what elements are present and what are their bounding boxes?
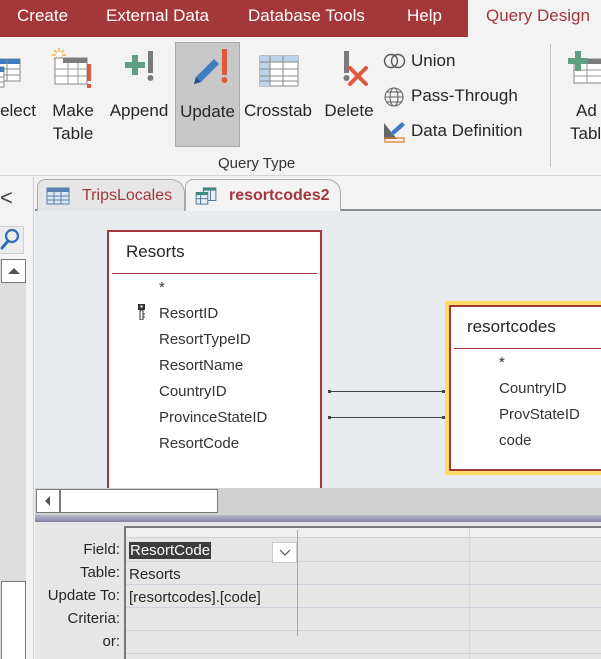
ribbon: elect Make Table Append Update Crosstab … bbox=[0, 37, 601, 176]
make-table-button[interactable]: Make Table bbox=[48, 42, 98, 147]
canvas-horizontal-scrollbar[interactable] bbox=[35, 488, 601, 515]
tab-create[interactable]: Create bbox=[17, 0, 68, 37]
field-item[interactable]: ProvinceStateID bbox=[159, 409, 267, 426]
field-item[interactable]: ResortCode bbox=[159, 435, 239, 452]
update-icon bbox=[189, 49, 227, 85]
query-design-canvas[interactable]: Resorts * ResortID ResortTypeID ResortNa… bbox=[35, 211, 601, 488]
update-to-cell[interactable] bbox=[301, 589, 466, 609]
ribbon-group-separator bbox=[550, 44, 551, 167]
column-divider bbox=[297, 530, 298, 636]
field-item[interactable]: CountryID bbox=[159, 383, 227, 400]
doc-tab-resortcodes2[interactable]: resortcodes2 bbox=[185, 179, 341, 213]
collapse-nav-pane-button[interactable]: < bbox=[0, 185, 20, 211]
field-cell[interactable] bbox=[301, 542, 466, 562]
add-tables-button[interactable]: Ad Tabl bbox=[566, 42, 601, 147]
field-item[interactable]: CountryID bbox=[499, 380, 567, 397]
tab-database-tools[interactable]: Database Tools bbox=[248, 0, 365, 37]
query-design-grid: Field: Table: Update To: Criteria: or: R… bbox=[35, 522, 601, 659]
tab-query-design[interactable]: Query Design bbox=[468, 0, 601, 37]
doc-tab-tripslocales[interactable]: TripsLocales bbox=[37, 179, 185, 211]
globe-icon bbox=[384, 87, 404, 107]
tab-external-data[interactable]: External Data bbox=[106, 0, 209, 37]
data-definition-icon bbox=[384, 122, 405, 143]
table-title: resortcodes bbox=[467, 317, 556, 336]
delete-label: Delete bbox=[324, 101, 374, 120]
title-divider bbox=[112, 273, 317, 274]
delete-button[interactable]: Delete bbox=[321, 42, 377, 147]
ribbon-tab-bar: Create External Data Database Tools Help… bbox=[0, 0, 601, 37]
data-definition-label: Data Definition bbox=[411, 121, 523, 140]
column-divider bbox=[469, 528, 470, 659]
nav-search-button[interactable] bbox=[0, 226, 24, 254]
table-icon bbox=[46, 187, 70, 205]
document-tabs: TripsLocales resortcodes2 bbox=[35, 177, 601, 213]
or-cell[interactable] bbox=[301, 635, 466, 655]
field-list-resorts[interactable]: Resorts * ResortID ResortTypeID ResortNa… bbox=[107, 230, 322, 488]
scroll-left-button[interactable] bbox=[36, 489, 60, 513]
add-tables-icon bbox=[568, 51, 601, 84]
delete-icon bbox=[343, 51, 368, 86]
title-divider bbox=[454, 348, 601, 349]
doc-tab-label: resortcodes2 bbox=[229, 187, 330, 204]
join-line-provstateid[interactable] bbox=[328, 416, 445, 419]
append-label: Append bbox=[109, 101, 169, 120]
field-item[interactable]: ResortTypeID bbox=[159, 331, 251, 348]
scroll-up-button[interactable] bbox=[1, 259, 26, 283]
append-button[interactable]: Append bbox=[107, 42, 171, 147]
chevron-down-icon bbox=[279, 549, 291, 556]
row-label-update-to: Update To: bbox=[47, 587, 120, 604]
select-label: elect bbox=[0, 101, 36, 120]
field-item[interactable]: ProvStateID bbox=[499, 406, 580, 423]
crosstab-label: Crosstab bbox=[243, 101, 313, 120]
criteria-cell[interactable] bbox=[129, 612, 297, 632]
nav-scrollbar[interactable] bbox=[0, 259, 26, 659]
select-query-icon bbox=[0, 58, 21, 88]
table-title: Resorts bbox=[126, 242, 185, 261]
search-icon bbox=[0, 228, 20, 250]
row-label-or: or: bbox=[102, 633, 120, 650]
crosstab-button[interactable]: Crosstab bbox=[242, 42, 314, 147]
table-cell[interactable] bbox=[301, 566, 466, 586]
row-label-field: Field: bbox=[83, 541, 120, 558]
make-table-icon bbox=[52, 48, 91, 88]
update-to-cell[interactable]: [resortcodes].[code] bbox=[129, 589, 261, 606]
make-table-label: Make Table bbox=[52, 101, 94, 143]
append-icon bbox=[125, 51, 154, 81]
navigation-pane: < bbox=[0, 177, 34, 659]
join-line-countryid[interactable] bbox=[328, 390, 445, 393]
union-icon bbox=[383, 53, 406, 69]
row-label-criteria: Criteria: bbox=[67, 610, 120, 627]
query-type-group-label: Query Type bbox=[218, 155, 296, 172]
table-cell[interactable]: Resorts bbox=[129, 566, 181, 583]
nav-scroll-thumb[interactable] bbox=[1, 581, 26, 659]
query-icon bbox=[195, 187, 217, 205]
primary-key-icon bbox=[138, 304, 145, 320]
update-label: Update bbox=[180, 102, 235, 121]
field-dropdown-button[interactable] bbox=[272, 542, 297, 563]
field-list-resortcodes[interactable]: resortcodes * CountryID ProvStateID code bbox=[449, 305, 601, 471]
or-cell[interactable] bbox=[129, 635, 297, 655]
selected-table-highlight: resortcodes * CountryID ProvStateID code bbox=[445, 301, 601, 475]
field-item[interactable]: * bbox=[499, 354, 505, 371]
row-label-table: Table: bbox=[79, 564, 120, 581]
field-item[interactable]: ResortID bbox=[159, 305, 218, 322]
criteria-cell[interactable] bbox=[301, 612, 466, 632]
doc-tab-label: TripsLocales bbox=[82, 187, 173, 204]
horizontal-scroll-thumb[interactable] bbox=[60, 489, 218, 513]
field-item[interactable]: * bbox=[159, 279, 165, 296]
union-label: Union bbox=[411, 51, 456, 70]
column-selector-bar[interactable] bbox=[126, 528, 601, 538]
field-cell[interactable]: ResortCode bbox=[129, 542, 212, 559]
pane-splitter[interactable] bbox=[35, 515, 601, 522]
update-button[interactable]: Update bbox=[175, 42, 240, 147]
add-tables-label: Ad Tabl bbox=[570, 101, 601, 143]
field-item[interactable]: code bbox=[499, 432, 532, 449]
grid-cells: ResortCode Resorts [resortcodes].[code] bbox=[124, 526, 601, 659]
pass-through-label: Pass-Through bbox=[411, 86, 518, 105]
select-query-button[interactable]: elect bbox=[0, 42, 36, 147]
field-item[interactable]: ResortName bbox=[159, 357, 243, 374]
crosstab-icon bbox=[259, 55, 299, 87]
tab-help[interactable]: Help bbox=[407, 0, 442, 37]
